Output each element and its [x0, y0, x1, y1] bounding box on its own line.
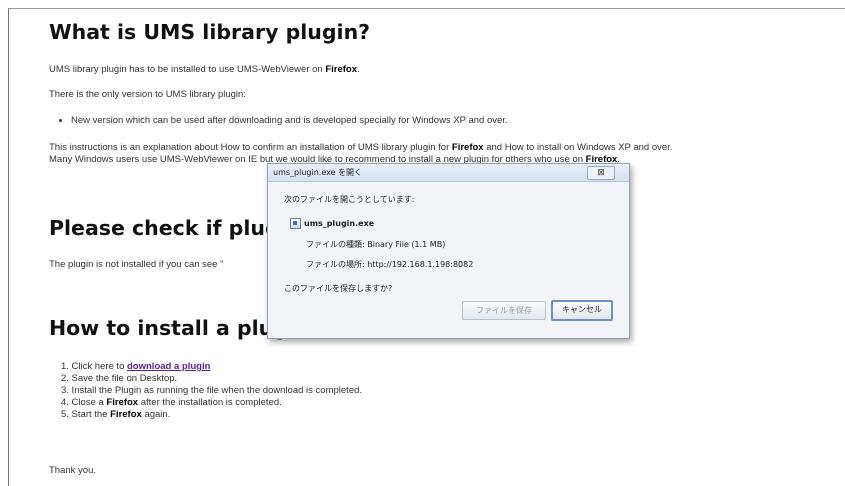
- list-item: New version which can be used after down…: [71, 115, 508, 127]
- step-5: 5. Start the Firefox again.: [61, 409, 362, 421]
- dialog-body: 次のファイルを開こうとしています: ums_plugin.exe ファイルの種類…: [276, 188, 621, 330]
- step-3: 3. Install the Plugin as running the fil…: [61, 385, 363, 396]
- opening-message: 次のファイルを開こうとしています:: [284, 195, 415, 204]
- install-steps: 1. Click here to download a plugin 2. Sa…: [61, 361, 362, 421]
- open-file-dialog: ums_plugin.exe を開く ⊠ 次のファイルを開こうとしています: u…: [267, 163, 630, 339]
- instructions-end: and How to install on Windows XP and ove…: [483, 142, 673, 153]
- file-type-info: ファイルの種類: Binary File (1.1 MB): [306, 240, 446, 249]
- step-4: 4. Close a Firefox after the installatio…: [61, 397, 362, 409]
- instructions-text: This instructions is an explanation abou…: [49, 142, 452, 153]
- instructions-paragraph: This instructions is an explanation abou…: [49, 142, 672, 154]
- save-file-button[interactable]: ファイルを保存: [462, 301, 546, 320]
- intro-end: .: [357, 64, 360, 75]
- heading-what-is-plugin: What is UMS library plugin?: [49, 20, 371, 44]
- version-paragraph: There is the only version to UMS library…: [49, 89, 246, 100]
- step-4-end: after the installation is completed.: [138, 397, 282, 408]
- version-list: New version which can be used after down…: [71, 115, 508, 127]
- cancel-button[interactable]: キャンセル: [551, 300, 613, 321]
- step-4-firefox: Firefox: [106, 397, 139, 408]
- instructions-firefox: Firefox: [451, 142, 484, 153]
- step-5-text: 5. Start the: [61, 409, 111, 420]
- file-name: ums_plugin.exe: [304, 219, 375, 228]
- intro-paragraph: UMS library plugin has to be installed t…: [49, 64, 360, 76]
- check-paragraph: The plugin is not installed if you can s…: [49, 259, 224, 270]
- intro-text: UMS library plugin has to be installed t…: [49, 64, 326, 75]
- dialog-titlebar[interactable]: ums_plugin.exe を開く ⊠: [268, 164, 629, 182]
- thank-you-text: Thank you.: [49, 465, 96, 476]
- step-5-firefox: Firefox: [110, 409, 142, 420]
- step-5-end: again.: [141, 409, 171, 420]
- close-icon[interactable]: ⊠: [587, 166, 615, 180]
- step-4-text: 4. Close a: [61, 397, 107, 408]
- file-source-info: ファイルの場所: http://192.168.1.198:8082: [306, 260, 474, 269]
- intro-firefox: Firefox: [325, 64, 358, 75]
- save-question: このファイルを保存しますか?: [284, 284, 393, 293]
- step-1: 1. Click here to download a plugin: [61, 361, 362, 373]
- dialog-title: ums_plugin.exe を開く: [273, 168, 363, 177]
- executable-file-icon: [290, 218, 301, 229]
- download-plugin-link[interactable]: download a plugin: [127, 361, 210, 372]
- step-1-text: 1. Click here to: [61, 361, 127, 372]
- step-2: 2. Save the file on Desktop.: [61, 373, 178, 384]
